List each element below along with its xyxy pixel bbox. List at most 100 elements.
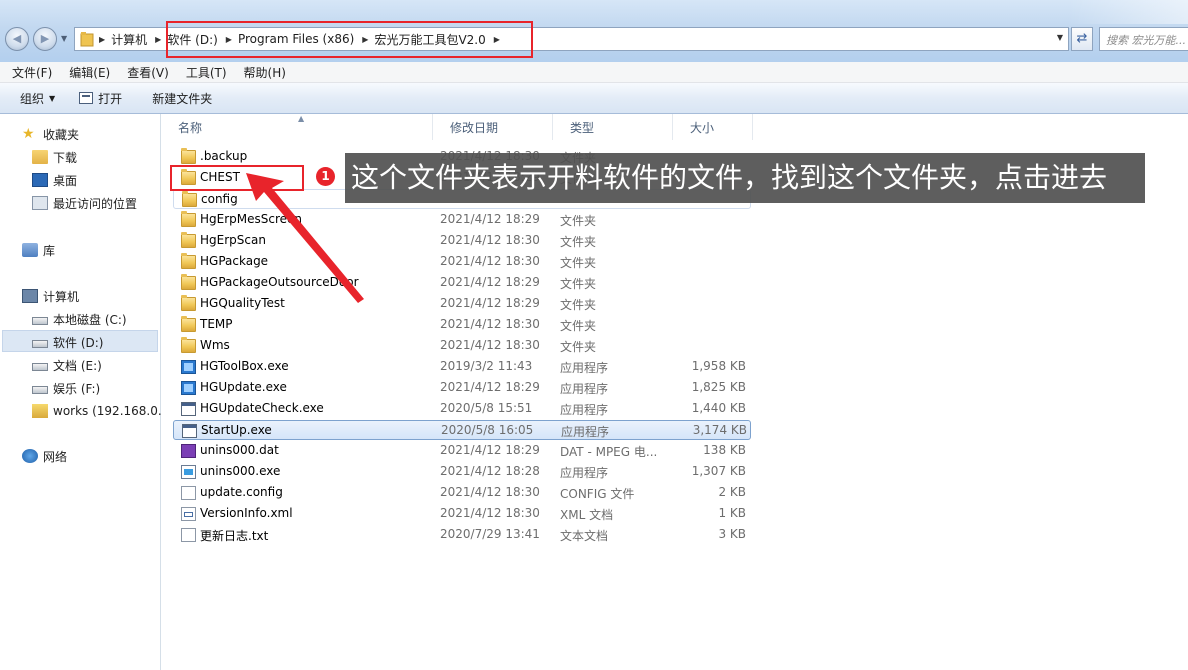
breadcrumb-arrow-icon[interactable]: ▶: [492, 35, 502, 44]
file-type: 文件夹: [560, 235, 597, 249]
computer-icon: [22, 289, 38, 303]
refresh-button[interactable]: ⇄: [1071, 27, 1093, 51]
menu-tools[interactable]: 工具(T): [174, 64, 232, 81]
folder-icon: [181, 148, 196, 164]
column-header-type[interactable]: 类型: [553, 114, 673, 140]
file-date: 2020/5/8 16:05: [441, 423, 534, 437]
step-badge: 1: [316, 167, 335, 186]
file-row[interactable]: HGPackageOutsourceDoor 2021/4/12 18:29 文件夹: [173, 273, 751, 293]
nav-downloads[interactable]: 下载: [32, 147, 77, 167]
file-date: 2021/4/12 18:30: [440, 317, 540, 331]
folder-icon: [181, 274, 196, 290]
document-icon: [181, 486, 196, 500]
column-header-size[interactable]: 大小: [673, 114, 753, 140]
folder-icon: [181, 337, 196, 353]
open-button[interactable]: 打开: [65, 90, 132, 107]
column-name-label: 名称: [178, 120, 203, 135]
library-icon: [22, 243, 38, 257]
nav-recent-places[interactable]: 最近访问的位置: [32, 193, 137, 213]
breadcrumb-arrow-icon[interactable]: ▶: [97, 35, 107, 44]
desktop-icon: [32, 173, 48, 187]
file-name: TEMP: [200, 317, 233, 331]
file-type: 应用程序: [560, 382, 609, 396]
breadcrumb-program-files[interactable]: Program Files (x86): [234, 32, 360, 46]
file-date: 2021/4/12 18:29: [440, 275, 540, 289]
address-bar[interactable]: ▶ 计算机 ▶ 软件 (D:) ▶ Program Files (x86) ▶ …: [74, 27, 1069, 51]
file-row[interactable]: HGToolBox.exe 2019/3/2 11:43 应用程序 1,958 KB: [173, 357, 751, 377]
nav-computer[interactable]: 计算机: [22, 286, 79, 306]
file-name: HgErpMesScreen: [200, 212, 303, 226]
nav-drive-c[interactable]: 本地磁盘 (C:): [32, 309, 127, 329]
breadcrumb-arrow-icon[interactable]: ▶: [224, 35, 234, 44]
nav-drive-f[interactable]: 娱乐 (F:): [32, 378, 100, 398]
breadcrumb-arrow-icon[interactable]: ▶: [153, 35, 163, 44]
file-row[interactable]: Wms 2021/4/12 18:30 文件夹: [173, 336, 751, 356]
breadcrumb-toolkit-folder[interactable]: 宏光万能工具包V2.0: [370, 31, 491, 48]
nav-network-drive-works[interactable]: works (192.168.0.1: [32, 401, 169, 421]
search-input[interactable]: 搜索 宏光万能...: [1099, 27, 1188, 51]
file-row[interactable]: TEMP 2021/4/12 18:30 文件夹: [173, 315, 751, 335]
nav-favorites[interactable]: ★ 收藏夹: [22, 124, 79, 144]
organize-button[interactable]: 组织 ▼: [0, 90, 65, 107]
nav-network[interactable]: 网络: [22, 446, 67, 466]
nav-favorites-label: 收藏夹: [43, 127, 80, 142]
file-row[interactable]: unins000.exe 2021/4/12 18:28 应用程序 1,307 KB: [173, 462, 751, 482]
nav-drive-e[interactable]: 文档 (E:): [32, 355, 102, 375]
menu-help[interactable]: 帮助(H): [232, 64, 291, 81]
app-icon: [181, 360, 196, 374]
menu-edit[interactable]: 编辑(E): [57, 64, 115, 81]
file-type: DAT - MPEG 电...: [560, 445, 658, 459]
file-row[interactable]: HGUpdateCheck.exe 2020/5/8 15:51 应用程序 1,440…: [173, 399, 751, 419]
file-row[interactable]: HgErpMesScreen 2021/4/12 18:29 文件夹: [173, 210, 751, 230]
file-type: 应用程序: [561, 425, 610, 439]
recent-pages-dropdown[interactable]: ▼: [61, 34, 67, 43]
column-type-label: 类型: [570, 120, 595, 135]
file-type: XML 文档: [560, 508, 614, 522]
file-size: 1,307 KB: [691, 464, 746, 478]
file-name: HGUpdate.exe: [200, 380, 287, 394]
new-folder-button[interactable]: 新建文件夹: [132, 90, 222, 107]
file-row[interactable]: 更新日志.txt 2020/7/29 13:41 文本文档 3 KB: [173, 525, 751, 545]
nav-libraries-label: 库: [43, 243, 56, 258]
file-name: Wms: [200, 338, 230, 352]
nav-libraries[interactable]: 库: [22, 240, 55, 260]
folder-icon: [182, 191, 197, 207]
file-row[interactable]: HgErpScan 2021/4/12 18:30 文件夹: [173, 231, 751, 251]
breadcrumb-arrow-icon[interactable]: ▶: [360, 35, 370, 44]
new-folder-label: 新建文件夹: [152, 91, 213, 106]
column-size-label: 大小: [690, 120, 715, 135]
address-history-dropdown[interactable]: ▼: [1057, 33, 1063, 42]
hard-drive-icon: [32, 386, 48, 394]
file-row[interactable]: VersionInfo.xml 2021/4/12 18:30 XML 文档 1 KB: [173, 504, 751, 524]
nav-drive-c-label: 本地磁盘 (C:): [53, 312, 127, 327]
nav-drive-e-label: 文档 (E:): [53, 358, 102, 373]
file-row[interactable]: HGQualityTest 2021/4/12 18:29 文件夹: [173, 294, 751, 314]
nav-downloads-label: 下载: [53, 150, 78, 165]
file-row[interactable]: unins000.dat 2021/4/12 18:29 DAT - MPEG 电.…: [173, 441, 751, 461]
file-row[interactable]: HGPackage 2021/4/12 18:30 文件夹: [173, 252, 751, 272]
recent-places-icon: [32, 196, 48, 210]
back-button[interactable]: ◀: [5, 27, 29, 51]
nav-works-label: works (192.168.0.1: [53, 404, 170, 418]
file-name: HgErpScan: [200, 233, 266, 247]
breadcrumb-drive-d[interactable]: 软件 (D:): [163, 31, 223, 48]
breadcrumb-computer[interactable]: 计算机: [107, 31, 153, 48]
nav-drive-d[interactable]: 软件 (D:): [32, 332, 103, 352]
column-header-name[interactable]: 名称 ▲: [161, 114, 433, 140]
file-row[interactable]: update.config 2021/4/12 18:30 CONFIG 文件 2 K…: [173, 483, 751, 503]
column-header-date[interactable]: 修改日期: [433, 114, 553, 140]
file-row[interactable]: StartUp.exe 2020/5/8 16:05 应用程序 3,174 KB: [173, 420, 751, 440]
setup-app-icon: [181, 465, 196, 479]
title-gloss: [1068, 0, 1188, 24]
nav-desktop[interactable]: 桌面: [32, 170, 77, 190]
navigation-pane: ★ 收藏夹 下载 桌面 最近访问的位置 库 计算机 本地磁盘 (C:) 软件 (…: [0, 114, 169, 670]
folder-icon: [181, 169, 196, 185]
forward-button[interactable]: ▶: [33, 27, 57, 51]
folder-icon: [181, 316, 196, 332]
menu-view[interactable]: 查看(V): [115, 64, 174, 81]
menu-file[interactable]: 文件(F): [0, 64, 57, 81]
file-date: 2020/7/29 13:41: [440, 527, 540, 541]
file-row[interactable]: HGUpdate.exe 2021/4/12 18:29 应用程序 1,825 KB: [173, 378, 751, 398]
organize-label: 组织: [20, 91, 45, 106]
file-name: unins000.exe: [200, 464, 281, 478]
